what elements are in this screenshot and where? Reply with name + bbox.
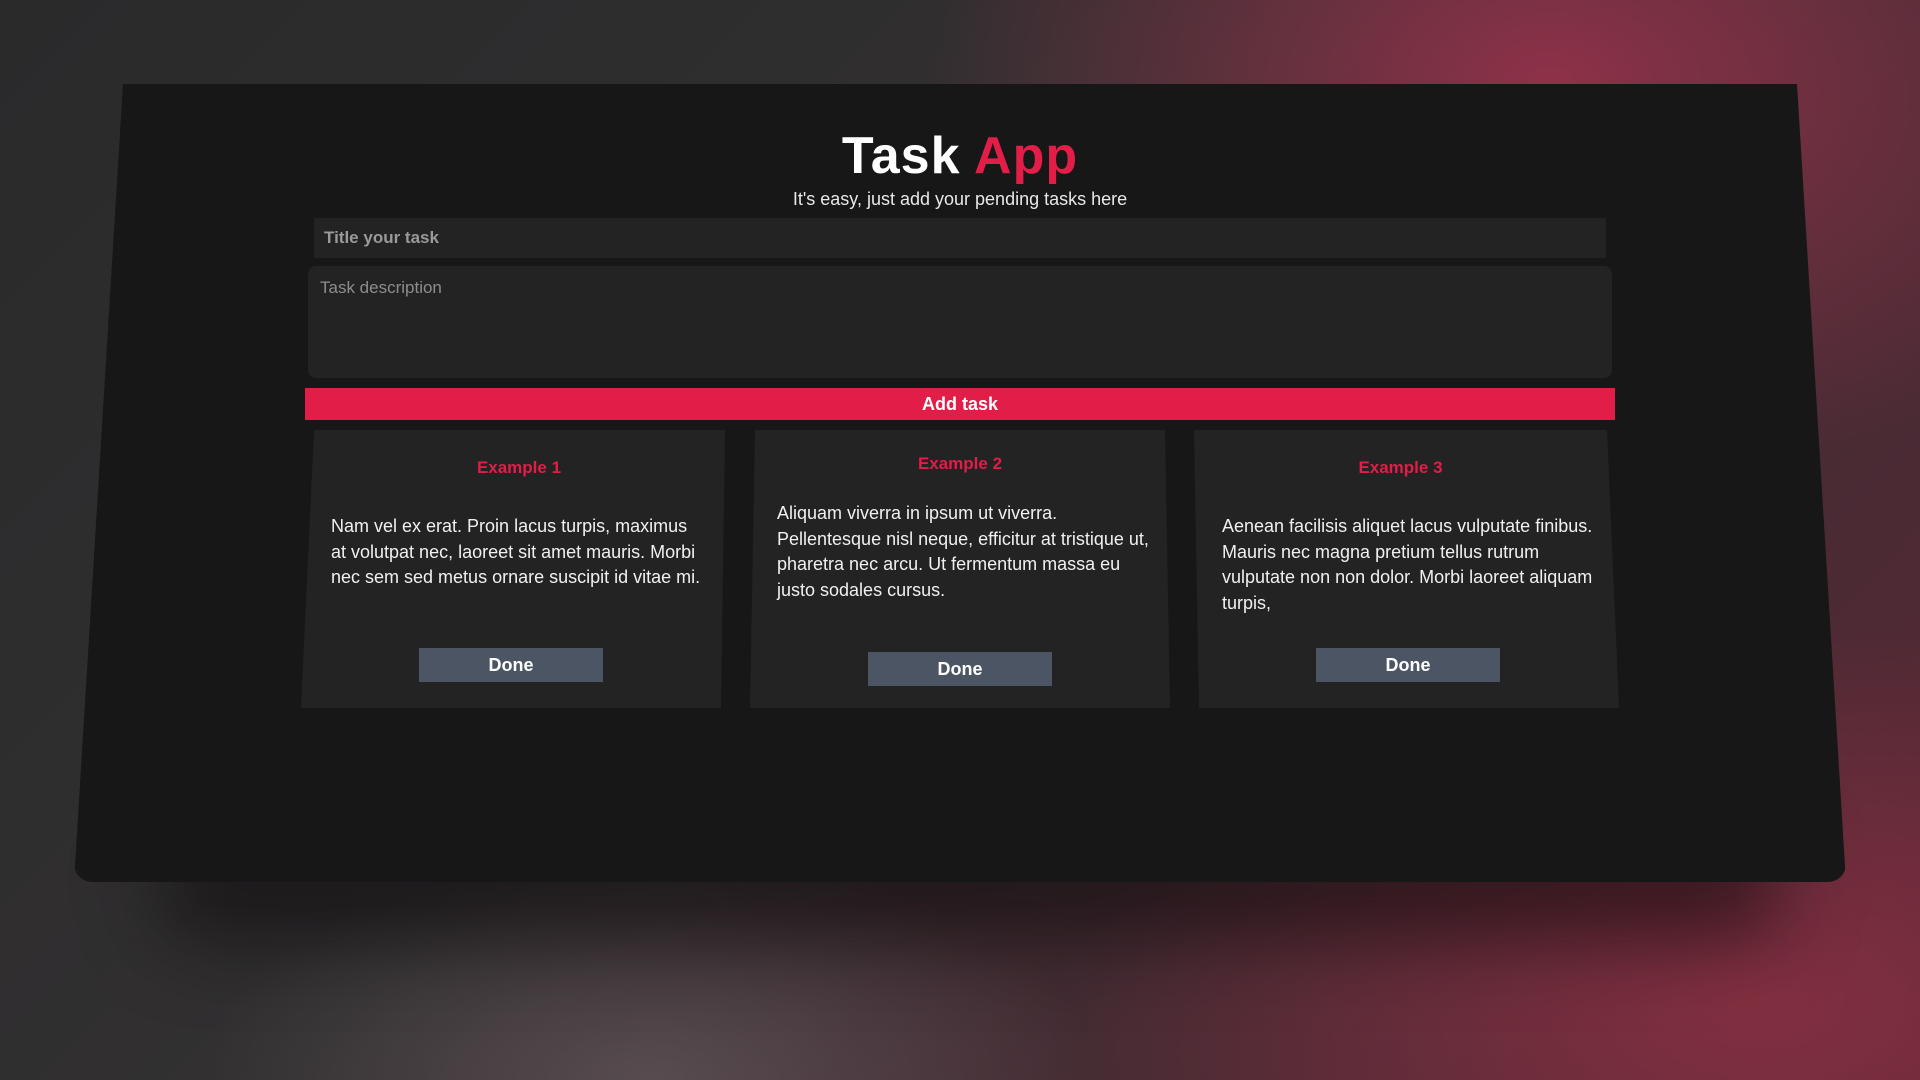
task-title-input[interactable] [314,218,1606,258]
done-button[interactable]: Done [419,648,603,682]
task-card: Example 2 Aliquam viverra in ipsum ut vi… [750,430,1170,708]
task-card-description: Aenean facilisis aliquet lacus vulputate… [1222,516,1593,613]
task-description-input[interactable] [308,266,1612,378]
title-accent: App [974,127,1079,185]
title-main: Task [841,127,961,185]
task-card-title: Example 3 [1358,458,1443,477]
task-card-description: Aliquam viverra in ipsum ut viverra. Pel… [777,503,1149,600]
add-task-button[interactable]: Add task [305,388,1615,420]
app-content: Task App It's easy, just add your pendin… [0,0,1920,1080]
done-button[interactable]: Done [868,652,1052,686]
task-card: Example 3 Aenean facilisis aliquet lacus… [1194,430,1619,708]
page-title: Task App [0,126,1920,186]
task-card-description: Nam vel ex erat. Proin lacus turpis, max… [331,516,701,587]
page-subtitle: It's easy, just add your pending tasks h… [792,189,1128,209]
task-card-title: Example 2 [917,454,1003,473]
task-card-title: Example 1 [476,458,562,477]
done-button[interactable]: Done [1316,648,1500,682]
task-card: Example 1 Nam vel ex erat. Proin lacus t… [301,430,725,708]
